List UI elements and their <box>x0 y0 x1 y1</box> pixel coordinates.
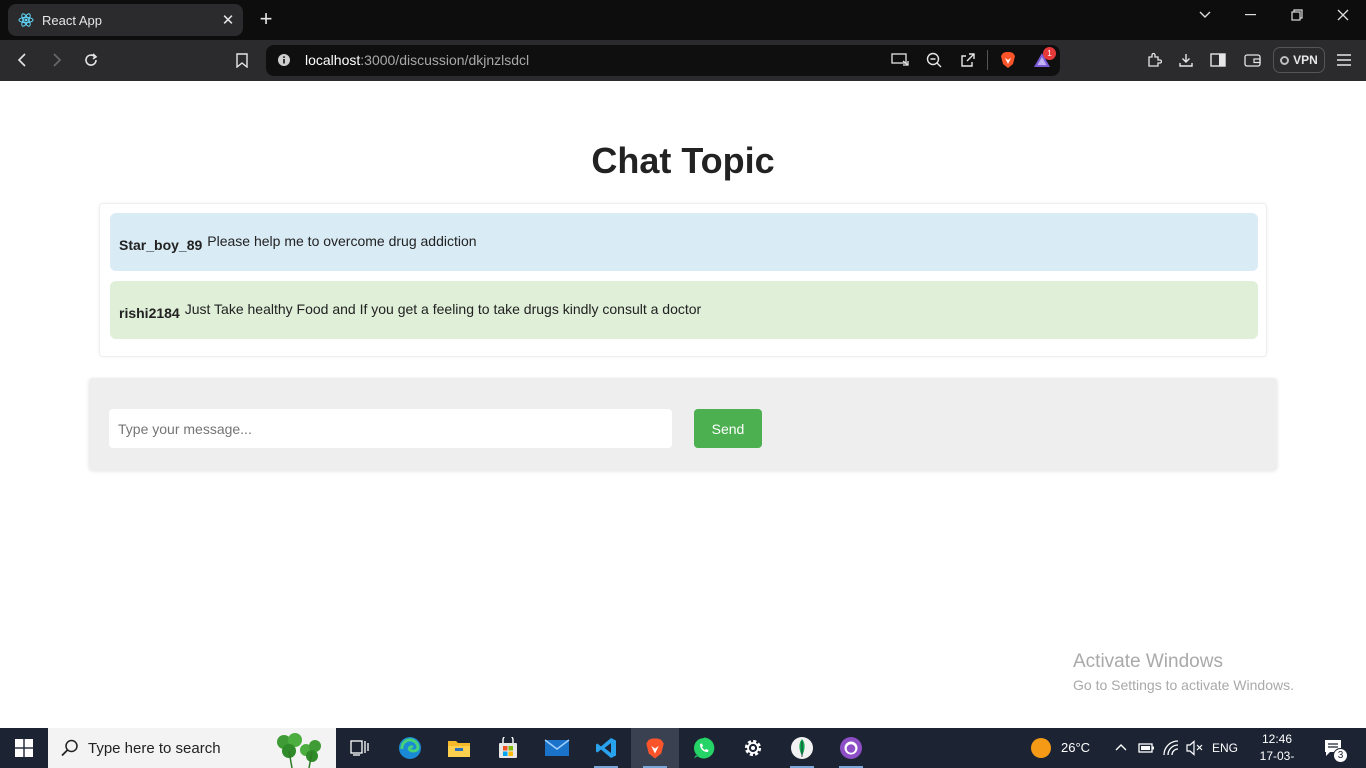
clock-time: 12:46 <box>1261 732 1293 746</box>
url-path: :3000/discussion/dkjnzlsdcl <box>360 52 530 68</box>
extensions-icon[interactable] <box>1141 47 1167 73</box>
vpn-status-icon <box>1280 55 1290 65</box>
brave-browser-taskbar-icon[interactable] <box>631 728 679 768</box>
edge-browser-icon[interactable] <box>386 728 434 768</box>
url-text[interactable]: localhost:3000/discussion/dkjnzlsdcl <box>305 52 529 68</box>
sidebar-toggle-icon[interactable] <box>1205 47 1231 73</box>
site-info-icon[interactable] <box>271 47 297 73</box>
tab-search-chevron-icon[interactable] <box>1182 0 1228 30</box>
zoom-out-icon[interactable] <box>921 47 947 73</box>
cast-icon[interactable] <box>887 47 913 73</box>
windows-start-icon[interactable] <box>0 728 48 768</box>
back-icon[interactable] <box>10 47 36 73</box>
search-placeholder: Type here to search <box>88 739 221 757</box>
settings-gear-icon[interactable] <box>729 728 777 768</box>
share-icon[interactable] <box>955 47 981 73</box>
rewards-badge: 1 <box>1043 47 1056 60</box>
vscode-icon[interactable] <box>582 728 630 768</box>
message-composer: Send <box>89 378 1277 470</box>
system-clock[interactable]: 12:46 17-03-2024 <box>1248 731 1306 768</box>
show-hidden-icons-chevron-icon[interactable] <box>1114 740 1128 759</box>
message-username: rishi2184 <box>119 305 180 321</box>
bookmark-icon[interactable] <box>229 47 255 73</box>
battery-icon[interactable] <box>1138 741 1156 760</box>
taskbar-search[interactable]: Type here to search <box>48 728 336 768</box>
task-view-icon[interactable] <box>336 728 384 768</box>
mongodb-compass-icon[interactable] <box>778 728 826 768</box>
browser-tab[interactable]: React App ✕ <box>8 4 243 36</box>
chat-message: Star_boy_89 Please help me to overcome dr… <box>110 213 1258 271</box>
message-text: Just Take healthy Food and If you get a … <box>184 301 702 317</box>
toolbar-divider <box>987 50 988 70</box>
wifi-icon[interactable] <box>1162 740 1180 761</box>
new-tab-button[interactable]: + <box>254 8 278 32</box>
message-input[interactable] <box>109 409 672 448</box>
input-language[interactable]: ENG <box>1212 741 1238 755</box>
activate-windows-watermark: Activate Windows Go to Settings to activ… <box>1073 651 1294 693</box>
weather-temperature[interactable]: 26°C <box>1061 740 1090 755</box>
file-explorer-icon[interactable] <box>435 728 483 768</box>
vpn-label: VPN <box>1293 53 1318 67</box>
menu-icon[interactable] <box>1331 47 1357 73</box>
page-title: Chat Topic <box>591 140 775 181</box>
brave-shields-icon[interactable] <box>995 47 1021 73</box>
search-icon <box>61 739 78 757</box>
minimize-window-icon[interactable] <box>1228 0 1274 30</box>
vpn-button[interactable]: VPN <box>1273 47 1325 73</box>
weather-sun-icon[interactable] <box>1031 738 1051 758</box>
send-button[interactable]: Send <box>694 409 762 448</box>
close-tab-icon[interactable]: ✕ <box>217 9 239 31</box>
chat-message: rishi2184 Just Take healthy Food and If y… <box>110 281 1258 339</box>
tab-title: React App <box>42 12 102 28</box>
url-host: localhost <box>305 52 361 68</box>
github-desktop-icon[interactable] <box>827 728 875 768</box>
wallet-icon[interactable] <box>1239 47 1265 73</box>
whatsapp-icon[interactable] <box>680 728 728 768</box>
reload-icon[interactable] <box>78 47 104 73</box>
message-text: Please help me to overcome drug addictio… <box>207 233 477 249</box>
message-username: Star_boy_89 <box>119 237 203 253</box>
notification-count-badge: 3 <box>1333 748 1348 763</box>
restore-window-icon[interactable] <box>1274 0 1320 30</box>
forward-icon[interactable] <box>43 47 69 73</box>
close-window-icon[interactable] <box>1320 0 1366 30</box>
watermark-subtitle: Go to Settings to activate Windows. <box>1073 677 1294 693</box>
watermark-title: Activate Windows <box>1073 651 1223 672</box>
browser-titlebar: React App ✕ + <box>0 0 1366 40</box>
volume-muted-icon[interactable] <box>1186 740 1204 761</box>
clock-date: 17-03-2024 <box>1259 749 1295 768</box>
mail-icon[interactable] <box>533 728 581 768</box>
chat-messages-panel: Star_boy_89 Please help me to overcome dr… <box>99 203 1267 357</box>
windows-taskbar: Type here to search 26°C ENG 12:46 17-03… <box>0 728 1366 768</box>
microsoft-store-icon[interactable] <box>484 728 532 768</box>
downloads-icon[interactable] <box>1173 47 1199 73</box>
react-logo-icon <box>18 12 34 28</box>
shamrock-highlight-icon <box>277 733 321 768</box>
